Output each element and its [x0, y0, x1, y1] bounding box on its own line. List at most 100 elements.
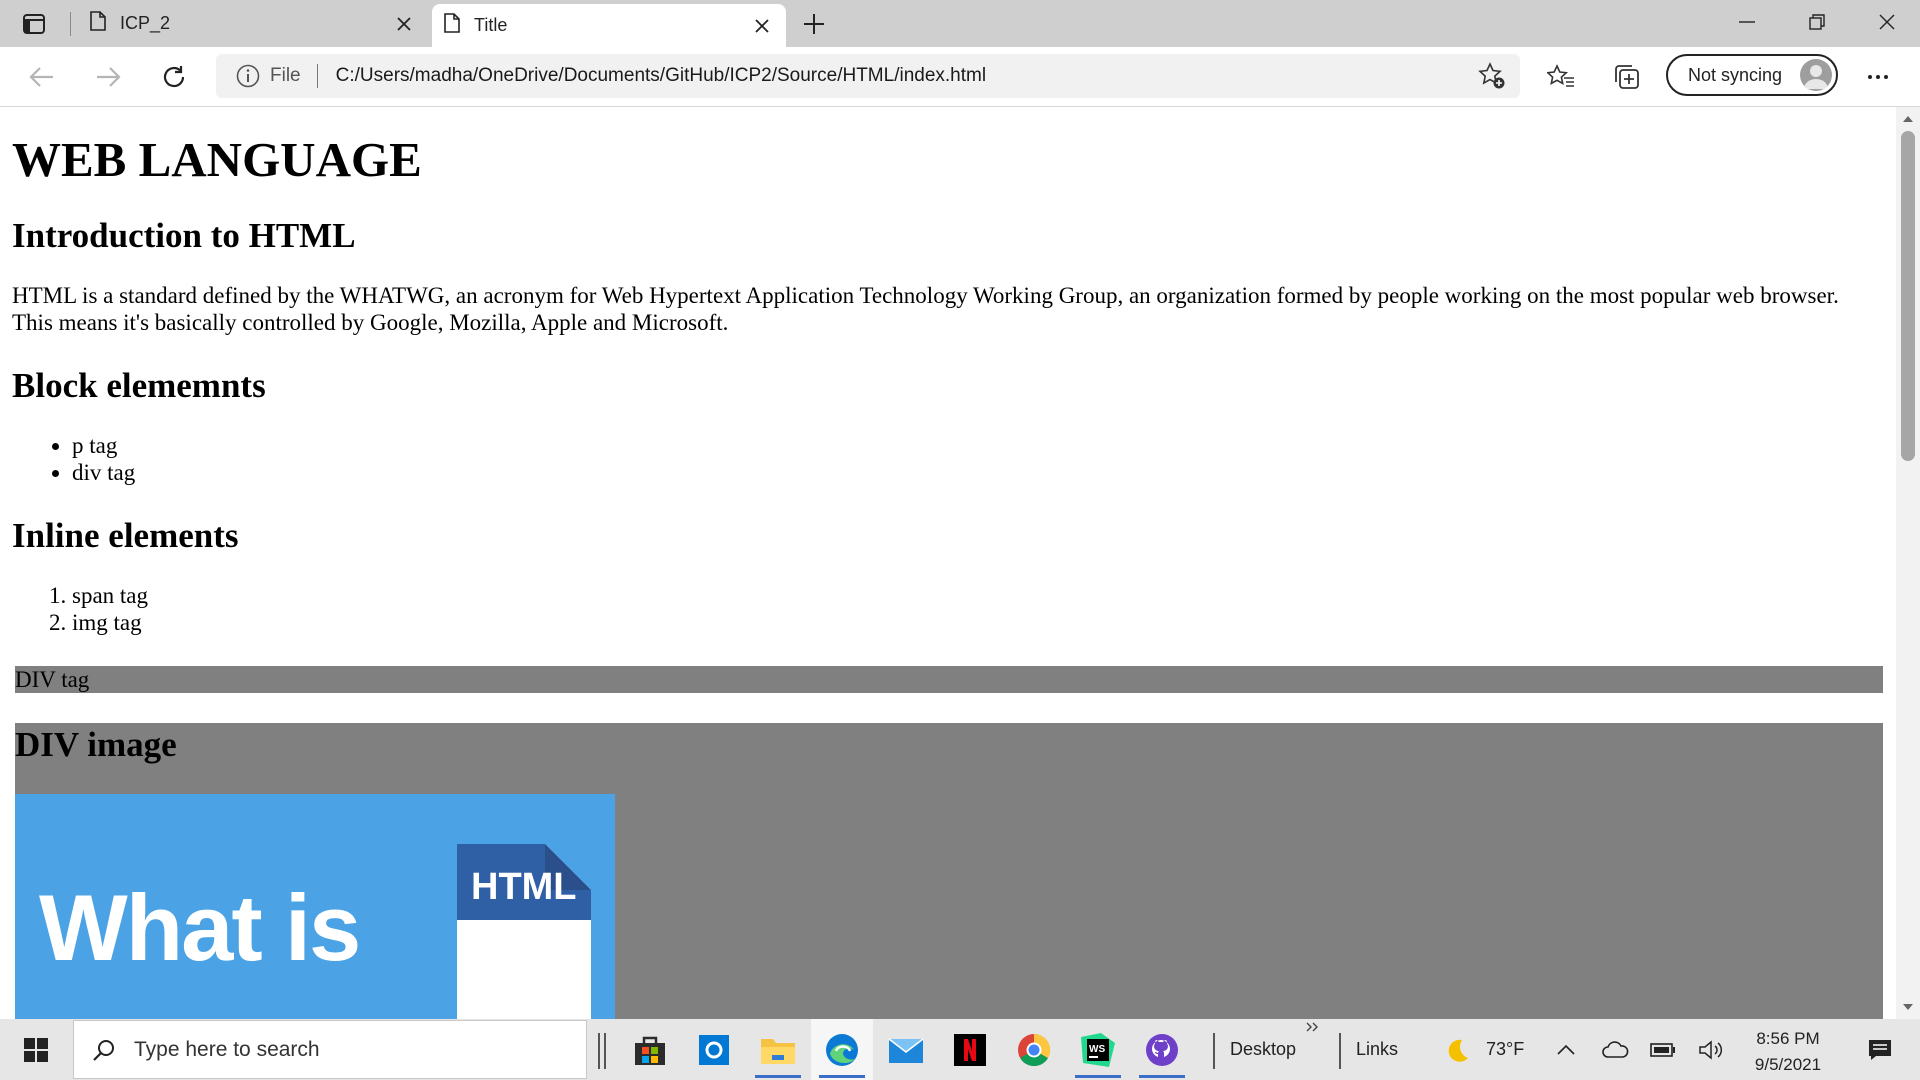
page-icon [90, 11, 106, 36]
arrow-left-icon [29, 67, 53, 87]
chevron-up-icon[interactable] [1554, 1019, 1578, 1080]
more-icon [1868, 75, 1888, 79]
collections-icon [1615, 65, 1639, 89]
address-divider [316, 64, 318, 88]
minimize-button[interactable] [1712, 0, 1782, 44]
page-viewport: WEB LANGUAGE Introduction to HTML HTML i… [0, 107, 1896, 1019]
taskbar-separator [1213, 1033, 1215, 1069]
tab-actions-button[interactable] [12, 8, 56, 40]
list-item: p tag [72, 432, 1884, 459]
edge-icon [826, 1033, 858, 1066]
list-item: div tag [72, 459, 1884, 486]
browser-toolbar: File C:/Users/madha/OneDrive/Documents/G… [0, 47, 1920, 107]
taskbar-clock[interactable]: 8:56 PM 9/5/2021 [1740, 1026, 1836, 1078]
desktop-toolbar[interactable]: Desktop [1230, 1019, 1296, 1080]
vertical-scrollbar[interactable] [1896, 107, 1920, 1019]
tab-separator [70, 12, 71, 36]
volume-icon[interactable] [1696, 1019, 1726, 1080]
inline-elements-list: span tag img tag [12, 582, 1884, 636]
taskbar-separator [1339, 1033, 1341, 1069]
tab-actions-icon [23, 14, 45, 34]
url-text[interactable]: C:/Users/madha/OneDrive/Documents/GitHub… [336, 65, 1478, 87]
inline-elements-heading: Inline elements [12, 516, 239, 555]
div-image-block: DIV image What is HTML [15, 723, 1883, 1019]
add-favorite-icon[interactable] [1478, 62, 1506, 90]
close-tab-icon[interactable] [388, 8, 420, 40]
netflix-icon [954, 1033, 986, 1066]
tab-title: Title [474, 15, 508, 35]
back-button[interactable] [22, 57, 62, 97]
taskbar-search-box[interactable]: Type here to search [73, 1020, 587, 1079]
svg-text:WS: WS [1089, 1044, 1105, 1055]
scroll-thumb[interactable] [1901, 131, 1915, 461]
page-content: WEB LANGUAGE Introduction to HTML HTML i… [0, 131, 1896, 636]
profile-sync-button[interactable]: Not syncing [1666, 54, 1838, 96]
settings-menu-button[interactable] [1858, 57, 1898, 97]
plus-icon [804, 14, 824, 34]
webstorm-icon: WS [1081, 1032, 1115, 1067]
list-item: span tag [72, 582, 1884, 609]
div-tag-block: DIV tag [15, 666, 1883, 693]
start-button[interactable] [10, 1029, 62, 1071]
what-is-html-image: What is HTML [15, 794, 615, 1019]
chrome-icon [1018, 1033, 1051, 1066]
netflix-app[interactable] [939, 1019, 1001, 1080]
scroll-up-arrow-icon[interactable] [1896, 111, 1920, 127]
weather-temperature[interactable]: 73°F [1486, 1019, 1524, 1080]
minimize-icon [1739, 21, 1755, 23]
collections-button[interactable] [1607, 57, 1647, 97]
close-tab-icon[interactable] [746, 10, 778, 42]
file-explorer-app[interactable] [747, 1019, 809, 1080]
image-text: What is [39, 875, 361, 980]
store-app[interactable] [619, 1019, 681, 1080]
mail-icon [888, 1037, 924, 1063]
intro-paragraph: HTML is a standard defined by the WHATWG… [12, 283, 1839, 335]
restore-icon [1809, 14, 1825, 30]
address-bar[interactable]: File C:/Users/madha/OneDrive/Documents/G… [216, 54, 1520, 98]
new-tab-button[interactable] [798, 8, 830, 40]
taskbar-separator [604, 1033, 606, 1069]
chevron-double-right-icon[interactable] [1306, 1007, 1320, 1047]
clock-time: 8:56 PM [1756, 1029, 1820, 1048]
favorites-icon [1547, 64, 1574, 87]
scroll-down-arrow-icon[interactable] [1896, 999, 1920, 1015]
restore-button[interactable] [1782, 0, 1852, 44]
close-window-button[interactable] [1852, 0, 1920, 44]
page-title: WEB LANGUAGE [12, 132, 422, 187]
onedrive-cloud-icon[interactable] [1600, 1019, 1630, 1080]
intro-heading: Introduction to HTML [12, 216, 356, 255]
arrow-right-icon [97, 67, 121, 87]
refresh-button[interactable] [154, 57, 194, 97]
info-icon[interactable] [236, 64, 260, 88]
folder-icon [761, 1038, 795, 1064]
refresh-icon [163, 66, 185, 88]
tab-strip: ICP_2 Title [0, 0, 1920, 47]
notification-center-icon[interactable] [1854, 1019, 1906, 1080]
outlook-app[interactable] [683, 1019, 745, 1080]
tab-icp2[interactable]: ICP_2 [78, 0, 428, 47]
tab-title: ICP_2 [120, 13, 171, 33]
edge-app[interactable] [811, 1019, 873, 1080]
avatar [1800, 59, 1832, 91]
clock-date: 9/5/2021 [1754, 1055, 1822, 1074]
search-placeholder: Type here to search [134, 1037, 320, 1061]
html-file-icon: HTML [457, 844, 591, 1019]
chrome-app[interactable] [1003, 1019, 1065, 1080]
store-icon [635, 1036, 665, 1065]
favorites-button[interactable] [1541, 57, 1581, 97]
page-icon [444, 13, 460, 38]
mail-app[interactable] [875, 1019, 937, 1080]
forward-button[interactable] [88, 57, 128, 97]
search-icon [92, 1038, 116, 1062]
links-toolbar[interactable]: Links [1356, 1019, 1398, 1080]
webstorm-app[interactable]: WS [1067, 1019, 1129, 1080]
taskbar: Type here to search WS Desktop Links 73°… [0, 1019, 1920, 1080]
list-item: img tag [72, 609, 1884, 636]
block-elements-list: p tag div tag [12, 432, 1884, 486]
github-desktop-app[interactable] [1131, 1019, 1193, 1080]
taskbar-separator [598, 1033, 600, 1069]
moon-weather-icon[interactable] [1440, 1019, 1472, 1080]
block-elements-heading: Block elememnts [12, 366, 266, 405]
tab-title-active[interactable]: Title [432, 4, 786, 47]
battery-icon[interactable] [1648, 1019, 1678, 1080]
